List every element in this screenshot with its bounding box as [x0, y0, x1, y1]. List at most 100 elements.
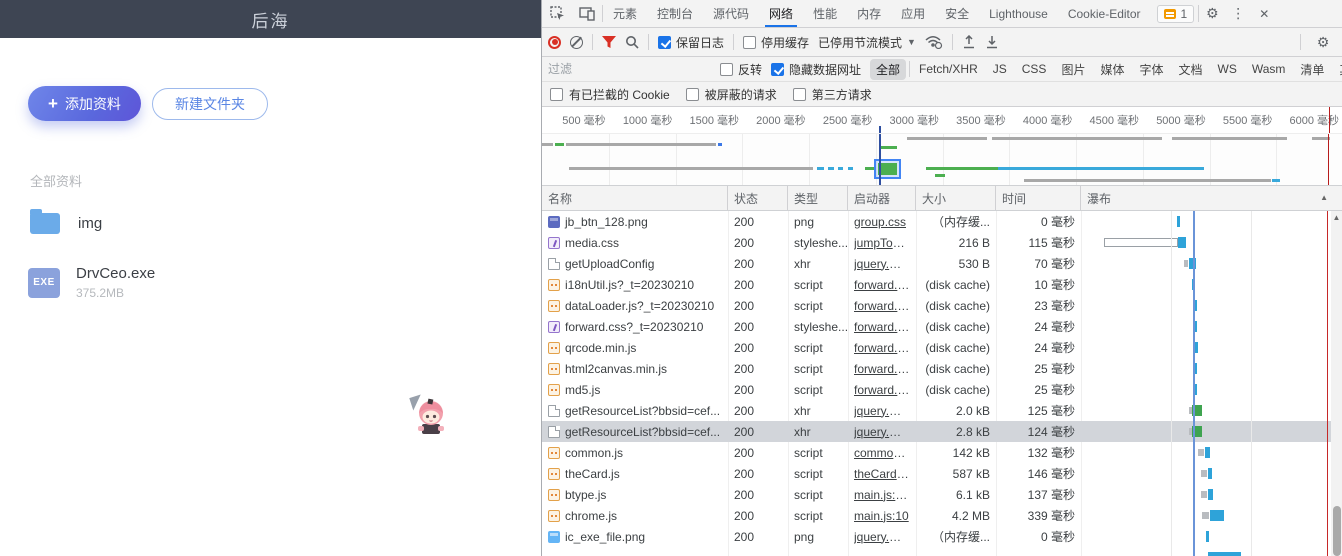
request-name-cell[interactable]: btype.js [542, 484, 728, 505]
checkbox-unchecked[interactable] [685, 87, 699, 101]
col-type[interactable]: 类型 [788, 186, 848, 210]
request-name-cell[interactable]: chrome.js [542, 505, 728, 526]
table-row[interactable]: theCard.js 200 script theCard-7... 587 kB 146… [542, 463, 1342, 484]
waterfall-cell[interactable] [1081, 526, 1332, 547]
request-name-cell[interactable]: i18nUtil.js?_t=20230210 [542, 274, 728, 295]
table-row[interactable]: getUploadConfig 200 xhr jquery.mi... 530 B 70… [542, 253, 1342, 274]
initiator-link[interactable]: forward.js... [854, 341, 910, 355]
file-row-img[interactable]: img [30, 209, 530, 234]
waterfall-cell[interactable] [1081, 211, 1332, 232]
filter-type-Wasm[interactable]: Wasm [1246, 60, 1292, 78]
request-name-cell[interactable]: forward.css?_t=20230210 [542, 316, 728, 337]
checkbox-unchecked[interactable] [550, 87, 563, 101]
request-name-cell[interactable]: media.css [542, 232, 728, 253]
tab-安全[interactable]: 安全 [935, 0, 979, 27]
request-name-cell[interactable]: common.js [542, 442, 728, 463]
request-name-cell[interactable]: dataLoader.js?_t=20230210 [542, 295, 728, 316]
scrollbar-thumb[interactable] [1332, 506, 1341, 556]
tab-元素[interactable]: 元素 [603, 0, 647, 27]
filter-type-媒体[interactable]: 媒体 [1094, 59, 1130, 80]
table-row[interactable]: media.css 200 styleshe... jumpToRe... 216 B 1… [542, 232, 1342, 253]
filter-extra-checkbox[interactable]: 被屏蔽的请求 [685, 86, 777, 103]
filter-type-Fetch/XHR[interactable]: Fetch/XHR [913, 60, 984, 78]
tab-内存[interactable]: 内存 [847, 0, 891, 27]
table-row[interactable]: html2canvas.min.js 200 script forward.js...… [542, 358, 1342, 379]
waterfall-cell[interactable] [1081, 505, 1332, 526]
waterfall-cell[interactable] [1081, 547, 1332, 556]
table-row[interactable]: i18nUtil.js?_t=20230210 200 script forward.… [542, 274, 1342, 295]
table-row[interactable]: dataLoader.js?_t=20230210 200 script forwar… [542, 295, 1342, 316]
tab-应用[interactable]: 应用 [891, 0, 935, 27]
network-overview[interactable] [542, 134, 1342, 186]
checkbox-unchecked[interactable] [792, 87, 806, 101]
col-time[interactable]: 时间 [996, 186, 1081, 210]
request-name-cell[interactable]: getResourceList?bbsid=cef... [542, 400, 728, 421]
waterfall-cell[interactable] [1081, 232, 1332, 253]
initiator-link[interactable]: main.js:256 [854, 488, 910, 502]
waterfall-cell[interactable] [1081, 484, 1332, 505]
more-menu-icon[interactable]: ⋮ [1225, 0, 1251, 27]
initiator-link[interactable]: forward.js... [854, 362, 910, 376]
col-initiator[interactable]: 启动器 [848, 186, 916, 210]
close-devtools-icon[interactable]: ✕ [1251, 0, 1277, 27]
disable-cache-checkbox[interactable]: 停用缓存 [743, 34, 809, 51]
clear-icon[interactable] [570, 35, 583, 49]
request-name-cell[interactable]: getResourceList?bbsid=cef... [542, 421, 728, 442]
initiator-link[interactable]: group.css [854, 215, 906, 229]
request-name-cell[interactable]: getUploadConfig [542, 253, 728, 274]
table-row[interactable]: ic_exe_file.png 200 png jquery.mi... （内存缓...… [542, 526, 1342, 547]
filter-type-全部[interactable]: 全部 [870, 58, 907, 80]
filter-type-其他[interactable]: 其他 [1333, 59, 1342, 80]
inspect-element-icon[interactable] [542, 0, 572, 27]
request-name-cell[interactable] [542, 547, 728, 556]
initiator-link[interactable]: forward.js... [854, 278, 910, 292]
waterfall-cell[interactable] [1081, 253, 1332, 274]
waterfall-cell[interactable] [1081, 400, 1332, 421]
initiator-link[interactable]: forward.js... [854, 299, 910, 313]
request-name-cell[interactable]: html2canvas.min.js [542, 358, 728, 379]
checkbox-unchecked[interactable] [743, 35, 757, 49]
export-har-icon[interactable] [985, 35, 999, 49]
filter-type-字体[interactable]: 字体 [1133, 59, 1169, 80]
filter-extra-checkbox[interactable]: 第三方请求 [792, 86, 872, 103]
waterfall-cell[interactable] [1081, 337, 1332, 358]
checkbox-checked[interactable] [658, 35, 671, 49]
filter-type-文档[interactable]: 文档 [1172, 59, 1208, 80]
initiator-link[interactable]: theCard-7... [854, 467, 910, 481]
waterfall-cell[interactable] [1081, 442, 1332, 463]
initiator-link[interactable]: jquery.mi... [854, 257, 910, 271]
table-row[interactable]: jb_btn_128.png 200 png group.css （内存缓... 0 毫秒 [542, 211, 1342, 232]
timeline-ruler[interactable]: 500 毫秒 1000 毫秒 1500 毫秒 2000 毫秒 2500 毫秒 3000 毫… [542, 107, 1342, 134]
filter-input[interactable] [548, 60, 703, 78]
record-icon[interactable] [548, 35, 561, 49]
request-name-cell[interactable]: qrcode.min.js [542, 337, 728, 358]
waterfall-cell[interactable] [1081, 274, 1332, 295]
initiator-link[interactable]: jquery.mi... [854, 530, 910, 544]
network-conditions-icon[interactable] [925, 35, 943, 49]
initiator-link[interactable]: common-... [854, 446, 910, 460]
request-name-cell[interactable]: jb_btn_128.png [542, 211, 728, 232]
tab-控制台[interactable]: 控制台 [647, 0, 703, 27]
table-row[interactable]: common.js 200 script common-... 142 kB 132 毫秒 [542, 442, 1342, 463]
issues-badge[interactable]: 1 [1156, 5, 1195, 23]
filter-type-JS[interactable]: JS [987, 60, 1013, 78]
initiator-link[interactable]: jquery.mi... [854, 404, 910, 418]
table-row[interactable]: qrcode.min.js 200 script forward.js... (disk… [542, 337, 1342, 358]
col-name[interactable]: 名称 [542, 186, 728, 210]
table-row[interactable]: md5.js 200 script forward.js... (disk cache)… [542, 379, 1342, 400]
filter-type-CSS[interactable]: CSS [1016, 60, 1053, 78]
invert-checkbox[interactable]: 反转 [720, 61, 762, 78]
search-icon[interactable] [625, 35, 639, 49]
table-row[interactable]: forward.css?_t=20230210 200 styleshe... for… [542, 316, 1342, 337]
scroll-up-icon[interactable]: ▲ [1331, 213, 1342, 222]
device-toolbar-icon[interactable] [572, 0, 602, 27]
network-settings-gear-icon[interactable]: ⚙ [1310, 34, 1336, 51]
initiator-link[interactable]: jumpToRe... [854, 236, 910, 250]
table-row[interactable]: btype.js 200 script main.js:256 6.1 kB 137 毫秒 [542, 484, 1342, 505]
vertical-scrollbar[interactable]: ▲ [1331, 211, 1342, 556]
sort-arrow-icon[interactable]: ▲ [1320, 193, 1328, 202]
waterfall-cell[interactable] [1081, 316, 1332, 337]
request-name-cell[interactable]: theCard.js [542, 463, 728, 484]
hide-data-urls-checkbox[interactable]: 隐藏数据网址 [771, 61, 861, 78]
filter-type-清单[interactable]: 清单 [1294, 59, 1330, 80]
